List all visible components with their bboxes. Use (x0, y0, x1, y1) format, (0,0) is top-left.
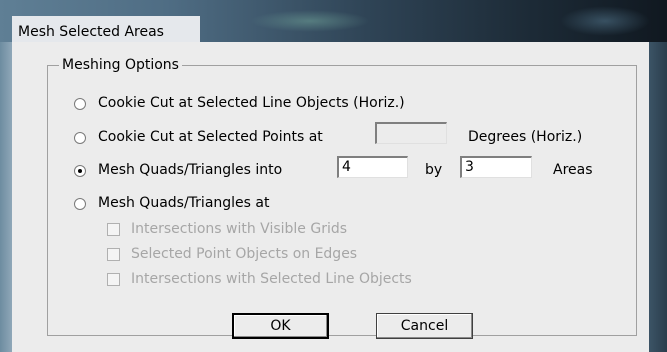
radio-selected-dot (78, 169, 82, 173)
visible-grids-label: Intersections with Visible Grids (131, 221, 348, 237)
cookie-points-degrees-input[interactable] (375, 122, 447, 144)
mesh-into-label[interactable]: Mesh Quads/Triangles into (98, 161, 282, 179)
right-border (649, 42, 667, 352)
cookie-line-radio[interactable] (74, 98, 86, 110)
cookie-points-radio[interactable] (74, 132, 86, 144)
cookie-points-label[interactable]: Cookie Cut at Selected Points at (98, 128, 323, 146)
mesh-at-radio[interactable] (74, 198, 86, 210)
visible-grids-checkbox[interactable] (107, 223, 120, 236)
point-edges-label: Selected Point Objects on Edges (131, 246, 358, 262)
mesh-into-x-input[interactable]: 4 (337, 156, 408, 178)
cancel-button[interactable]: Cancel (376, 313, 473, 339)
left-border (0, 42, 12, 352)
ok-button[interactable]: OK (232, 313, 329, 339)
title-bar-glow-right (560, 6, 650, 36)
line-objects-label: Intersections with Selected Line Objects (131, 271, 412, 287)
title-bar[interactable]: Mesh Selected Areas (0, 0, 667, 48)
mesh-into-radio[interactable] (74, 165, 86, 177)
cookie-points-suffix: Degrees (Horiz.) (468, 129, 583, 145)
mesh-into-suffix: Areas (553, 162, 593, 178)
line-objects-checkbox[interactable] (107, 273, 120, 286)
mesh-dialog-window: Mesh Selected Areas Meshing Options Cook… (0, 0, 667, 352)
dialog-client-area: Meshing Options Cookie Cut at Selected L… (12, 42, 649, 352)
mesh-into-y-input[interactable]: 3 (460, 156, 532, 178)
mesh-at-label[interactable]: Mesh Quads/Triangles at (98, 194, 269, 212)
title-bar-glow (250, 10, 370, 32)
meshing-options-label: Meshing Options (59, 56, 182, 74)
mesh-into-by-label: by (425, 162, 443, 178)
point-edges-checkbox[interactable] (107, 248, 120, 261)
cookie-line-label[interactable]: Cookie Cut at Selected Line Objects (Hor… (98, 94, 405, 112)
